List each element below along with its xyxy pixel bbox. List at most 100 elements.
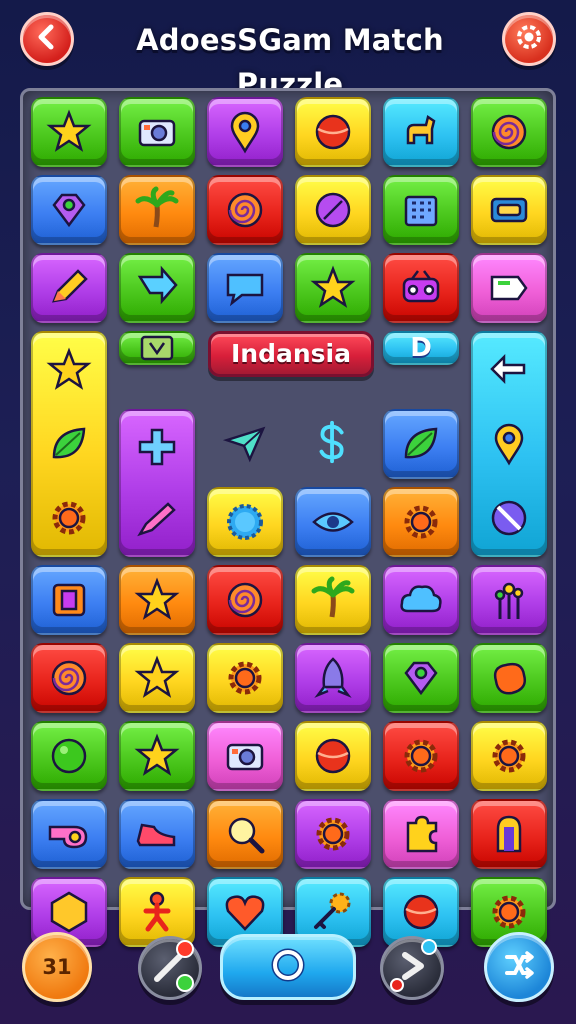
tile-book[interactable] bbox=[31, 565, 107, 635]
game-board: Indansia D bbox=[20, 88, 556, 947]
tile-cloud[interactable] bbox=[383, 565, 459, 635]
arrow-back-icon bbox=[490, 353, 526, 385]
tile-palm-tree[interactable] bbox=[295, 565, 371, 635]
next-button[interactable] bbox=[380, 936, 444, 1000]
gem-icon bbox=[404, 661, 438, 696]
tile-gear[interactable] bbox=[383, 721, 459, 791]
book-icon bbox=[52, 583, 86, 617]
ball-icon bbox=[315, 114, 351, 150]
tile-eye[interactable] bbox=[295, 487, 371, 557]
tile-spiral[interactable] bbox=[31, 643, 107, 713]
tile-gear[interactable] bbox=[471, 721, 547, 791]
tile-camera[interactable] bbox=[207, 721, 283, 791]
tile-pencil[interactable] bbox=[31, 253, 107, 323]
bottom-toolbar: 31 bbox=[0, 920, 576, 1024]
tile-door[interactable] bbox=[471, 799, 547, 869]
spiral-icon bbox=[491, 114, 527, 150]
tile-puzzle[interactable] bbox=[383, 799, 459, 869]
blob-icon bbox=[493, 662, 526, 695]
moves-counter-button[interactable]: 31 bbox=[22, 932, 92, 1002]
tile-D[interactable]: D bbox=[383, 331, 459, 365]
tile-palm-tree[interactable] bbox=[119, 175, 195, 245]
tile-star[interactable] bbox=[119, 565, 195, 635]
gear-icon bbox=[316, 817, 350, 851]
tile-gear[interactable] bbox=[383, 487, 459, 557]
tile-map-pin[interactable] bbox=[207, 97, 283, 167]
tile-gem[interactable] bbox=[31, 175, 107, 245]
tile-radio[interactable] bbox=[383, 253, 459, 323]
paper-plane-piece[interactable] bbox=[221, 419, 269, 467]
tile-tag[interactable] bbox=[471, 253, 547, 323]
tile-rocket[interactable] bbox=[295, 643, 371, 713]
tile-tv[interactable] bbox=[119, 331, 195, 365]
dollar-piece[interactable] bbox=[309, 419, 357, 467]
tile-spiral[interactable] bbox=[207, 175, 283, 245]
play-arrow-icon bbox=[383, 937, 441, 999]
tile-arrow[interactable] bbox=[119, 253, 195, 323]
tag-icon bbox=[490, 275, 528, 301]
tile-sun[interactable] bbox=[207, 487, 283, 557]
settings-button[interactable] bbox=[502, 12, 556, 66]
leaf-icon bbox=[404, 427, 438, 459]
tile-shoe[interactable] bbox=[119, 799, 195, 869]
gear-icon bbox=[404, 739, 438, 773]
tile-plus[interactable] bbox=[119, 409, 195, 557]
gear-icon bbox=[228, 661, 262, 695]
arrow-icon bbox=[137, 265, 178, 305]
spiral-icon bbox=[227, 582, 263, 618]
tile-speech-bubble[interactable] bbox=[207, 253, 283, 323]
tile-gear[interactable] bbox=[207, 643, 283, 713]
shuffle-icon bbox=[501, 947, 537, 987]
tile-dog[interactable] bbox=[383, 97, 459, 167]
tile-spiral[interactable] bbox=[471, 97, 547, 167]
plus-icon bbox=[138, 428, 176, 466]
tile-magnifier[interactable] bbox=[207, 799, 283, 869]
tile-camera[interactable] bbox=[119, 97, 195, 167]
camera-icon bbox=[226, 743, 264, 771]
dog-icon bbox=[406, 114, 436, 145]
star-icon bbox=[310, 265, 356, 308]
tile-ball[interactable] bbox=[295, 97, 371, 167]
gem-icon bbox=[52, 193, 86, 228]
tile-compass[interactable] bbox=[295, 175, 371, 245]
tile-star[interactable] bbox=[295, 253, 371, 323]
back-button[interactable] bbox=[20, 12, 74, 66]
rocket-icon bbox=[314, 657, 352, 698]
tile-blob[interactable] bbox=[471, 643, 547, 713]
sun-icon bbox=[227, 504, 263, 540]
shuffle-button[interactable] bbox=[484, 932, 554, 1002]
tile-ball[interactable] bbox=[295, 721, 371, 791]
tile-star[interactable] bbox=[119, 721, 195, 791]
tile-letter: D bbox=[410, 333, 432, 363]
tile-building[interactable] bbox=[383, 175, 459, 245]
hint-button[interactable] bbox=[138, 936, 202, 1000]
gear-icon bbox=[52, 501, 86, 535]
ring-icon bbox=[268, 945, 308, 989]
puzzle-icon bbox=[406, 815, 438, 853]
camera-icon bbox=[138, 119, 176, 147]
no-sign-icon bbox=[491, 500, 527, 536]
gear-icon bbox=[404, 505, 438, 539]
tile-whistle[interactable] bbox=[31, 799, 107, 869]
tile-star[interactable] bbox=[119, 643, 195, 713]
tile-spiral[interactable] bbox=[207, 565, 283, 635]
tile-gem[interactable] bbox=[383, 643, 459, 713]
tile-arrow-back[interactable] bbox=[471, 331, 547, 557]
spiral-icon bbox=[227, 192, 263, 228]
tape-icon bbox=[490, 197, 528, 223]
wand-icon bbox=[141, 937, 199, 999]
play-button[interactable] bbox=[220, 934, 356, 1000]
map-pin-icon bbox=[494, 423, 524, 466]
map-pin-icon bbox=[230, 111, 260, 154]
tile-star[interactable] bbox=[31, 331, 107, 557]
tile-leaf[interactable] bbox=[383, 409, 459, 479]
tile-tape[interactable] bbox=[471, 175, 547, 245]
tile-gear[interactable] bbox=[295, 799, 371, 869]
header: AdoesSGam Match Puzzle bbox=[0, 0, 576, 101]
tile-circle[interactable] bbox=[31, 721, 107, 791]
tile-flower[interactable] bbox=[471, 565, 547, 635]
spiral-icon bbox=[51, 660, 87, 696]
tile-star[interactable] bbox=[31, 97, 107, 167]
speech-bubble-icon bbox=[226, 273, 264, 307]
flower-icon bbox=[494, 582, 524, 619]
